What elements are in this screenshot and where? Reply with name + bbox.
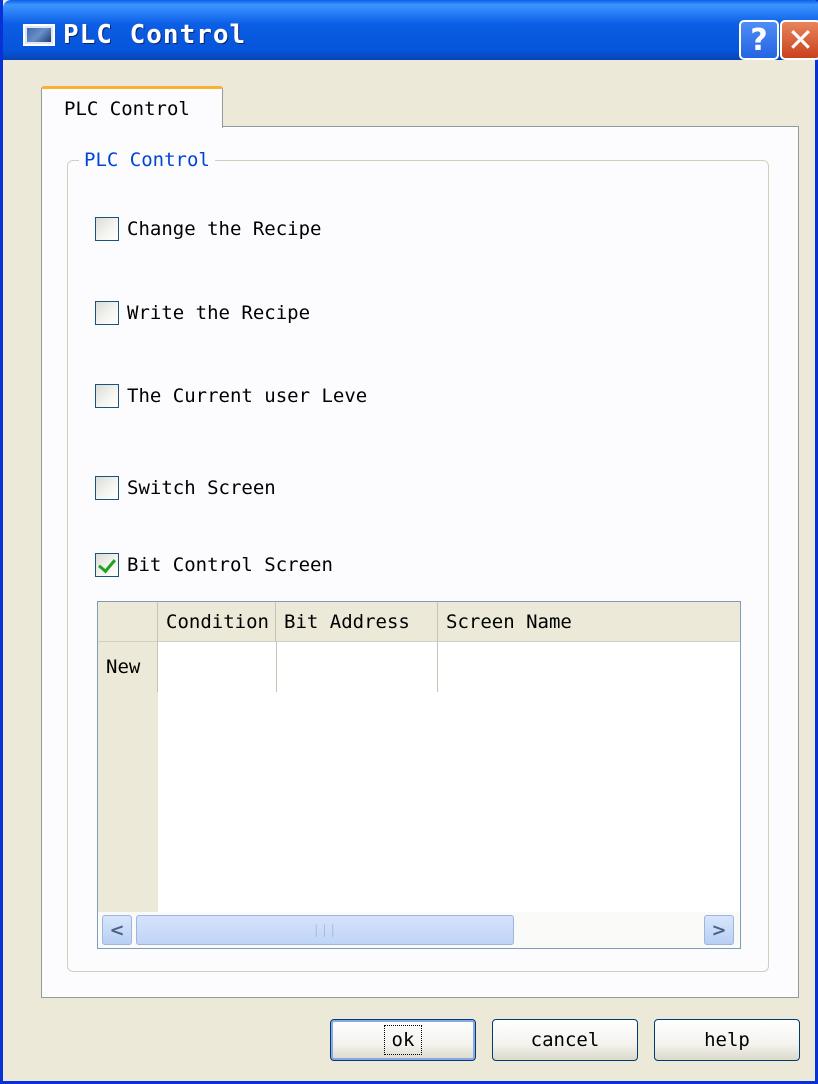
grid-corner-cell <box>98 602 158 642</box>
ok-button[interactable]: ok <box>330 1019 476 1061</box>
question-mark-icon: ? <box>750 22 768 58</box>
option-change-recipe[interactable]: Change the Recipe <box>95 217 321 241</box>
switch-screen-label: Switch Screen <box>127 477 276 499</box>
cancel-button-label: cancel <box>530 1029 600 1051</box>
bit-control-grid[interactable]: Condition Bit Address Screen Name New < … <box>97 601 741 949</box>
tab-label: PLC Control <box>64 98 190 120</box>
option-bit-control-screen[interactable]: Bit Control Screen <box>95 553 333 577</box>
grip-icon: ||| <box>312 923 338 937</box>
tab-plc-control[interactable]: PLC Control <box>41 86 223 128</box>
close-icon: ✕ <box>787 21 814 59</box>
scroll-right-button[interactable]: > <box>704 915 734 945</box>
new-row-label: New <box>98 642 158 692</box>
change-recipe-label: Change the Recipe <box>127 218 322 240</box>
scroll-thumb[interactable]: ||| <box>136 915 514 945</box>
chevron-right-icon: > <box>711 919 727 941</box>
plc-control-dialog: PLC Control ? ✕ PLC Control PLC Control … <box>0 0 818 1084</box>
chevron-left-icon: < <box>109 919 125 941</box>
help-button-label: help <box>704 1029 750 1051</box>
help-title-button[interactable]: ? <box>739 20 779 60</box>
condition-cell[interactable] <box>158 642 277 692</box>
current-user-level-label: The Current user Leve <box>127 385 368 407</box>
ok-button-label: ok <box>383 1025 423 1055</box>
window-title: PLC Control <box>63 20 247 50</box>
write-recipe-label: Write the Recipe <box>127 302 311 324</box>
cancel-button[interactable]: cancel <box>492 1019 638 1061</box>
bit-address-cell[interactable] <box>277 642 438 692</box>
switch-screen-checkbox[interactable] <box>95 476 119 500</box>
change-recipe-checkbox[interactable] <box>95 217 119 241</box>
app-window-icon <box>23 24 55 46</box>
column-header-bit-address[interactable]: Bit Address <box>276 602 438 642</box>
horizontal-scrollbar[interactable]: < ||| > <box>98 912 740 948</box>
title-bar[interactable]: PLC Control ? ✕ <box>3 0 818 60</box>
help-button[interactable]: help <box>654 1019 800 1061</box>
option-current-user-level[interactable]: The Current user Leve <box>95 384 373 408</box>
column-header-screen-name[interactable]: Screen Name <box>438 602 740 642</box>
grid-header: Condition Bit Address Screen Name <box>98 602 740 642</box>
bit-control-screen-label: Bit Control Screen <box>127 554 333 576</box>
groupbox-legend: PLC Control <box>79 149 215 171</box>
screen-name-cell[interactable] <box>438 642 740 692</box>
option-switch-screen[interactable]: Switch Screen <box>95 476 276 500</box>
close-button[interactable]: ✕ <box>780 20 818 60</box>
bit-control-screen-checkbox[interactable] <box>95 553 119 577</box>
current-user-level-checkbox[interactable] <box>95 384 119 408</box>
column-header-condition[interactable]: Condition <box>158 602 276 642</box>
table-row[interactable]: New <box>98 642 740 692</box>
write-recipe-checkbox[interactable] <box>95 301 119 325</box>
scroll-left-button[interactable]: < <box>102 915 132 945</box>
option-write-recipe[interactable]: Write the Recipe <box>95 301 310 325</box>
